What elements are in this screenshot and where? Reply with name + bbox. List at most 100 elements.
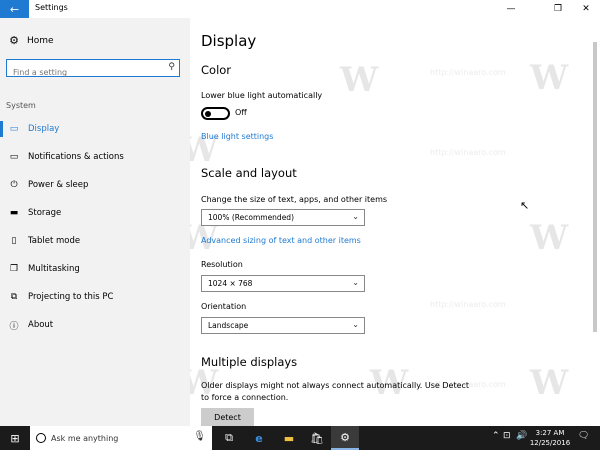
sidebar-item-label: Tablet mode: [28, 236, 81, 246]
orientation-label: Orientation: [201, 302, 247, 311]
multitasking-icon: ❐: [9, 264, 19, 274]
color-heading: Color: [201, 63, 232, 77]
maximize-icon: ❐: [553, 4, 563, 14]
scale-dropdown[interactable]: 100% (Recommended) ⌄: [201, 209, 365, 226]
search-box[interactable]: ⚲: [6, 59, 180, 81]
resolution-dropdown[interactable]: 1024 × 768 ⌄: [201, 275, 365, 292]
microphone-icon[interactable]: 🎙: [193, 431, 206, 442]
sidebar-item-label: Multitasking: [28, 264, 80, 274]
windows-logo-icon: ⊞: [10, 431, 20, 445]
task-view-icon: ⧉: [225, 431, 233, 444]
sidebar-item-power[interactable]: ⏻ Power & sleep: [0, 174, 190, 196]
store-icon: 🛍: [310, 431, 324, 445]
home-label: Home: [27, 35, 54, 46]
scale-label: Change the size of text, apps, and other…: [201, 195, 388, 204]
info-icon: ⓘ: [9, 321, 19, 332]
advanced-sizing-link[interactable]: Advanced sizing of text and other items: [201, 236, 361, 245]
clock-date: 12/25/2016: [529, 439, 571, 447]
sidebar-item-multitasking[interactable]: ❐ Multitasking: [0, 258, 190, 280]
page-title: Display: [201, 32, 257, 50]
sidebar-item-notifications[interactable]: ▭ Notifications & actions: [0, 146, 190, 168]
main-content: W W W W W W W W http://winaero.com http:…: [190, 18, 590, 426]
orientation-value: Landscape: [208, 321, 249, 330]
resolution-value: 1024 × 768: [208, 279, 253, 288]
gear-icon: ⚙: [340, 430, 350, 444]
file-explorer-button[interactable]: ▬: [275, 426, 303, 450]
edge-button[interactable]: e: [245, 426, 273, 450]
resolution-label: Resolution: [201, 260, 243, 269]
scroll-thumb[interactable]: [593, 42, 597, 332]
detect-button[interactable]: Detect: [201, 408, 254, 426]
store-button[interactable]: 🛍: [303, 426, 331, 450]
section-label: System: [6, 101, 36, 110]
chevron-down-icon: ⌄: [352, 212, 359, 221]
multiple-displays-heading: Multiple displays: [201, 355, 298, 369]
watermark-logo: W: [530, 363, 569, 403]
search-input[interactable]: [7, 64, 157, 81]
chevron-down-icon: ⌄: [352, 320, 359, 329]
sidebar-item-projecting[interactable]: ⧉ Projecting to this PC: [0, 286, 190, 308]
close-button[interactable]: ✕: [572, 0, 600, 18]
close-icon: ✕: [582, 4, 590, 14]
multiple-displays-desc: Older displays might not always connect …: [201, 381, 470, 390]
watermark-logo: W: [530, 218, 569, 258]
action-center-icon[interactable]: 🗨: [578, 431, 589, 441]
chevron-down-icon: ⌄: [352, 278, 359, 287]
watermark-text: http://winaero.com: [430, 300, 506, 309]
projecting-icon: ⧉: [10, 292, 18, 302]
cortana-search-box[interactable]: Ask me anything 🎙: [30, 426, 212, 450]
back-arrow-icon: ←: [9, 2, 20, 16]
window-title: Settings: [35, 3, 68, 12]
back-button[interactable]: ←: [0, 0, 29, 18]
cortana-icon: [36, 433, 46, 443]
sidebar: ⚙ Home ⚲ System ▭ Display ▭ Notification…: [0, 18, 190, 426]
sidebar-item-tablet[interactable]: ▯ Tablet mode: [0, 230, 190, 252]
tablet-icon: ▯: [11, 236, 17, 246]
multiple-displays-desc: to force a connection.: [201, 393, 289, 402]
home-link[interactable]: ⚙ Home: [8, 34, 54, 47]
edge-icon: e: [255, 431, 263, 445]
watermark-text: http://winaero.com: [430, 148, 506, 157]
toggle-state-label: Off: [235, 108, 247, 117]
system-clock[interactable]: 3:27 AM 12/25/2016: [528, 428, 572, 448]
title-bar: ← Settings — ❐ ✕: [0, 0, 600, 18]
watermark-logo: W: [340, 60, 379, 100]
minimize-icon: —: [506, 4, 516, 14]
start-button[interactable]: ⊞: [0, 426, 30, 450]
sidebar-item-label: Storage: [28, 208, 62, 218]
minimize-button[interactable]: —: [497, 0, 525, 18]
watermark-logo: W: [530, 58, 569, 98]
gear-icon: ⚙: [9, 34, 19, 47]
storage-icon: ▬: [9, 208, 19, 218]
scrollbar[interactable]: [590, 18, 600, 426]
blue-light-settings-link[interactable]: Blue light settings: [201, 132, 273, 141]
blue-light-toggle[interactable]: [201, 107, 230, 120]
sidebar-item-label: About: [28, 320, 54, 330]
scale-heading: Scale and layout: [201, 166, 297, 180]
power-icon: ⏻: [10, 180, 18, 190]
toggle-knob: [205, 110, 211, 117]
maximize-button[interactable]: ❐: [544, 0, 572, 18]
folder-icon: ▬: [283, 431, 295, 445]
monitor-icon: ▭: [9, 124, 19, 134]
sidebar-item-about[interactable]: ⓘ About: [0, 314, 190, 336]
sidebar-item-storage[interactable]: ▬ Storage: [0, 202, 190, 224]
cortana-search-text: Ask me anything: [51, 433, 119, 443]
mouse-cursor-icon: ↖: [520, 199, 530, 212]
sidebar-item-label: Power & sleep: [28, 180, 89, 190]
watermark-text: http://winaero.com: [430, 68, 506, 77]
sidebar-item-label: Notifications & actions: [28, 152, 124, 162]
orientation-dropdown[interactable]: Landscape ⌄: [201, 317, 365, 334]
task-view-button[interactable]: ⧉: [215, 426, 243, 450]
search-icon[interactable]: ⚲: [168, 62, 175, 72]
chevron-up-icon[interactable]: ⌃: [492, 431, 500, 441]
settings-taskbar-button[interactable]: ⚙: [331, 426, 359, 450]
volume-icon[interactable]: 🔊: [516, 431, 527, 441]
sidebar-item-display[interactable]: ▭ Display: [0, 118, 190, 140]
sidebar-item-label: Display: [28, 124, 60, 134]
notification-icon: ▭: [9, 152, 19, 162]
clock-time: 3:27 AM: [535, 429, 565, 437]
taskbar: ⊞ Ask me anything 🎙 ⧉ e ▬ 🛍 ⚙ ⌃ ⊡ 🔊 3:27…: [0, 426, 600, 450]
detect-label: Detect: [214, 412, 241, 422]
network-icon[interactable]: ⊡: [503, 431, 511, 441]
